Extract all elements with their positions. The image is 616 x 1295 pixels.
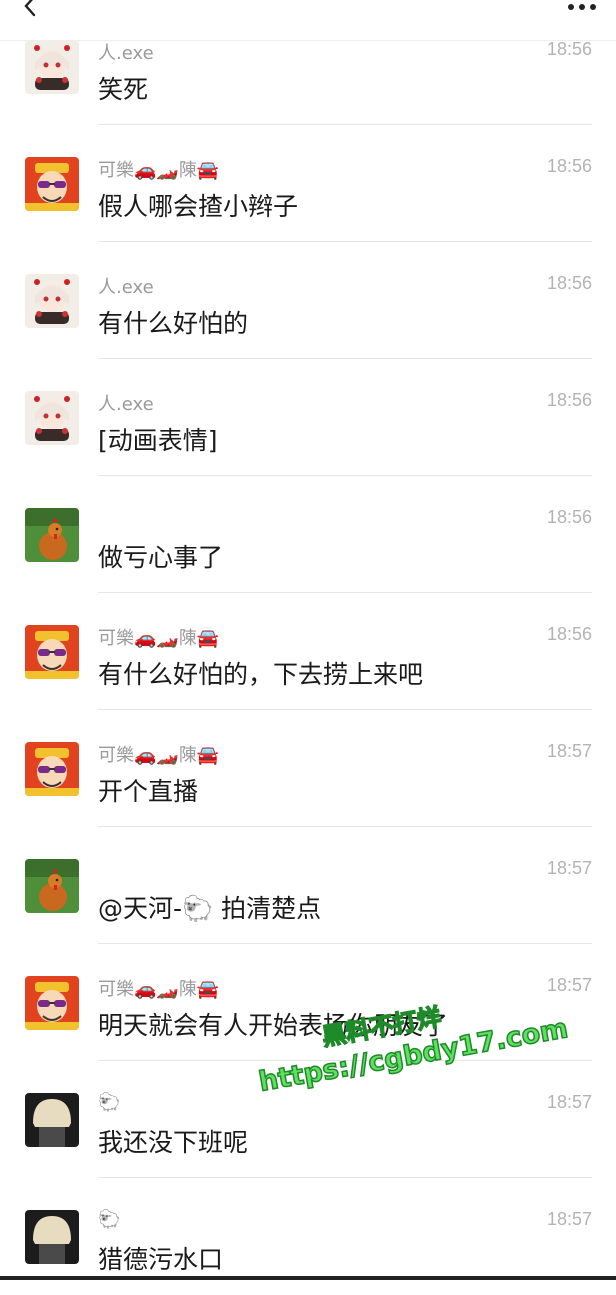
cartoon-god-avatar[interactable] <box>25 625 79 679</box>
message-time: 18:57 <box>547 858 592 879</box>
message-text: 我还没下班呢 <box>98 1123 248 1159</box>
sender-name: 可樂🚗🏎️陳🚘 <box>98 975 219 1001</box>
sender-name: 可樂🚗🏎️陳🚘 <box>98 156 219 182</box>
message-row[interactable]: 人.exe 18:56 有什么好怕的 <box>0 242 616 359</box>
message-text: 明天就会有人开始表扬你朋友了 <box>98 1006 448 1042</box>
message-time: 18:57 <box>547 1092 592 1113</box>
message-time: 18:57 <box>547 975 592 996</box>
message-text: 开个直播 <box>98 772 198 808</box>
cartoon-god-avatar[interactable] <box>25 157 79 211</box>
more-dots-icon[interactable] <box>566 0 598 10</box>
top-navigation-bar <box>0 0 616 41</box>
anime-girl-avatar[interactable] <box>25 391 79 445</box>
message-row[interactable]: 可樂🚗🏎️陳🚘 18:57 明天就会有人开始表扬你朋友了 <box>0 944 616 1061</box>
message-time: 18:57 <box>547 741 592 762</box>
sender-name: 🐑 <box>98 1209 120 1230</box>
sender-name: 人.exe <box>98 273 154 299</box>
message-time: 18:56 <box>547 156 592 177</box>
message-text: 笑死 <box>98 70 148 106</box>
message-row[interactable]: 18:57 @天河-🐑 拍清楚点 <box>0 827 616 944</box>
message-time: 18:56 <box>547 390 592 411</box>
message-time: 18:57 <box>547 1209 592 1230</box>
cartoon-god-avatar[interactable] <box>25 976 79 1030</box>
message-row[interactable]: 可樂🚗🏎️陳🚘 18:56 假人哪会揸小辫子 <box>0 125 616 242</box>
sender-name: 可樂🚗🏎️陳🚘 <box>98 624 219 650</box>
rooster-avatar[interactable] <box>25 508 79 562</box>
chevron-left-icon[interactable] <box>18 0 42 18</box>
bottom-edge <box>0 1276 616 1280</box>
chat-message-list: 人.exe 18:56 笑死 可樂🚗🏎️陳🚘 18:56 假人哪会揸小辫子 人.… <box>0 0 616 1280</box>
sender-name: 人.exe <box>98 390 154 416</box>
message-text: 有什么好怕的 <box>98 304 248 340</box>
message-text: 做亏心事了 <box>98 538 223 574</box>
message-time: 18:56 <box>547 507 592 528</box>
message-time: 18:56 <box>547 624 592 645</box>
message-text: 假人哪会揸小辫子 <box>98 187 298 223</box>
sender-name: 人.exe <box>98 39 154 65</box>
message-text: [动画表情] <box>98 421 218 457</box>
blonde-person-avatar[interactable] <box>25 1210 79 1264</box>
message-text: @天河-🐑 拍清楚点 <box>98 889 321 925</box>
blonde-person-avatar[interactable] <box>25 1093 79 1147</box>
message-row[interactable]: 可樂🚗🏎️陳🚘 18:57 开个直播 <box>0 710 616 827</box>
anime-girl-avatar[interactable] <box>25 274 79 328</box>
message-time: 18:56 <box>547 39 592 60</box>
message-row[interactable]: 人.exe 18:56 [动画表情] <box>0 359 616 476</box>
message-row[interactable]: 可樂🚗🏎️陳🚘 18:56 有什么好怕的，下去捞上来吧 <box>0 593 616 710</box>
sender-name: 🐑 <box>98 1092 120 1113</box>
cartoon-god-avatar[interactable] <box>25 742 79 796</box>
anime-girl-avatar[interactable] <box>25 40 79 94</box>
sender-name: 可樂🚗🏎️陳🚘 <box>98 741 219 767</box>
message-text: 猎德污水口 <box>98 1240 223 1276</box>
message-row[interactable]: 🐑 18:57 我还没下班呢 <box>0 1061 616 1178</box>
message-text: 有什么好怕的，下去捞上来吧 <box>98 655 423 691</box>
rooster-avatar[interactable] <box>25 859 79 913</box>
message-time: 18:56 <box>547 273 592 294</box>
message-row[interactable]: 18:56 做亏心事了 <box>0 476 616 593</box>
